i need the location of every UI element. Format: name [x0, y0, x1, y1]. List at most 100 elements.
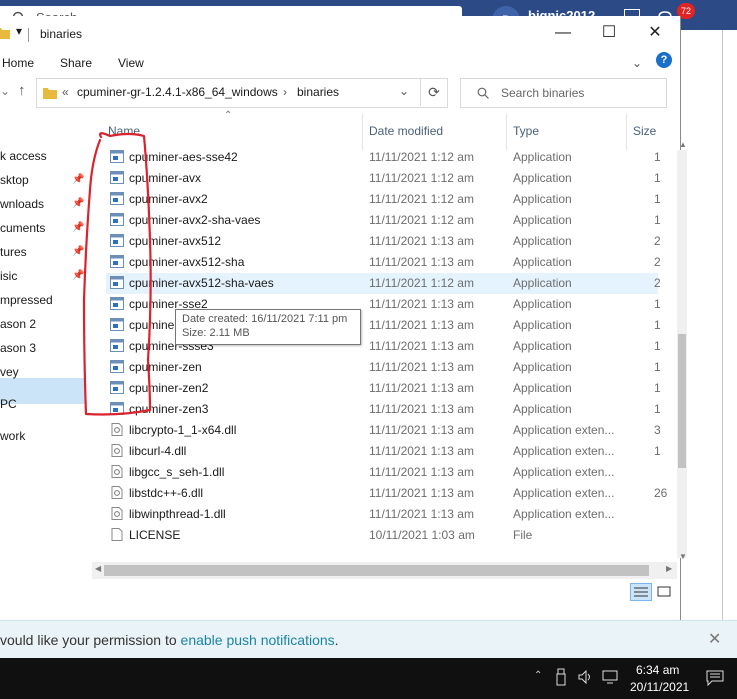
chevron-up-icon[interactable]: ⌃ — [534, 670, 542, 681]
file-row[interactable]: libstdc++-6.dll 11/11/2021 1:13 am Applica… — [106, 483, 667, 504]
nav-item[interactable]: work — [0, 424, 25, 448]
file-size: 1 — [654, 402, 661, 416]
notification-message: vould like your permission to enable pus… — [0, 632, 339, 648]
file-row[interactable]: cpuminer-avx 11/11/2021 1:12 am Applicatio… — [106, 168, 661, 189]
breadcrumb-segment[interactable]: cpuminer-gr-1.2.4.1-x86_64_windows — [77, 85, 278, 99]
quick-access-toolbar-dropdown[interactable]: ▾ — [16, 24, 22, 38]
vertical-scrollbar-thumb[interactable] — [678, 334, 686, 468]
nav-item[interactable]: vey — [0, 360, 19, 384]
tooltip-size: Size: 2.11 MB — [182, 327, 250, 339]
file-date-modified: 11/11/2021 1:13 am — [369, 507, 474, 521]
scroll-right-arrow-icon[interactable]: ▶ — [666, 564, 672, 573]
file-type: Application — [513, 234, 572, 248]
file-type: Application exten... — [513, 507, 615, 521]
nav-item[interactable]: tures 📌 — [0, 240, 84, 264]
file-row[interactable]: libwinpthread-1.dll 11/11/2021 1:13 am App… — [106, 504, 658, 525]
file-row[interactable]: LICENSE 10/11/2021 1:03 am File — [106, 525, 658, 546]
up-arrow-icon[interactable]: ↑ — [18, 82, 26, 99]
scroll-down-arrow-icon[interactable]: ▼ — [679, 552, 687, 561]
file-row[interactable]: cpuminer-avx2 11/11/2021 1:12 am Applicati… — [106, 189, 661, 210]
minimize-button[interactable]: — — [540, 16, 586, 50]
file-name: cpuminer-zen3 — [129, 402, 209, 416]
file-row[interactable]: libcurl-4.dll 11/11/2021 1:13 am Applicati… — [106, 441, 661, 462]
column-divider[interactable] — [362, 114, 363, 150]
recent-locations-chevron-icon[interactable]: ⌄ — [0, 84, 10, 98]
pin-icon: 📌 — [72, 270, 85, 281]
close-icon[interactable]: ✕ — [708, 629, 721, 649]
nav-item[interactable]: cuments 📌 — [0, 216, 84, 240]
large-icons-view-icon[interactable] — [655, 583, 673, 601]
horizontal-scrollbar-thumb[interactable] — [104, 565, 649, 576]
close-button[interactable]: ✕ — [632, 16, 678, 50]
file-row[interactable]: cpuminer-avx2-sha-vaes 11/11/2021 1:12 am… — [106, 210, 661, 231]
refresh-icon[interactable]: ⟳ — [420, 78, 447, 106]
notification-text: vould like your permission to — [0, 632, 181, 648]
file-row[interactable]: cpuminer-aes-sse42 11/11/2021 1:12 am Appl… — [106, 147, 661, 168]
file-size: 1 — [654, 444, 661, 458]
usb-drive-icon[interactable] — [556, 668, 566, 686]
search-placeholder: Search binaries — [501, 86, 585, 100]
details-view-icon[interactable] — [630, 583, 652, 601]
window-title: binaries — [40, 27, 83, 41]
nav-item-label: mpressed — [0, 293, 53, 307]
file-name: cpuminer-avx512-sha — [129, 255, 245, 269]
chevron-down-icon[interactable]: ⌄ — [632, 56, 642, 70]
scroll-up-arrow-icon[interactable]: ▲ — [679, 140, 687, 149]
file-name: LICENSE — [129, 528, 181, 542]
nav-item[interactable]: wnloads 📌 — [0, 192, 84, 216]
file-row[interactable]: cpuminer-avx512 11/11/2021 1:13 am Applica… — [106, 231, 661, 252]
enable-push-notifications-link[interactable]: enable push notifications — [181, 632, 335, 648]
tab-home[interactable]: Home — [2, 56, 34, 70]
address-dropdown-icon[interactable]: ⌄ — [399, 84, 409, 98]
tab-view[interactable]: View — [118, 56, 144, 70]
tooltip-date-created: Date created: 16/11/2021 7:11 pm — [182, 313, 348, 325]
file-row[interactable]: cpuminer-zen3 11/11/2021 1:13 am Applicati… — [106, 399, 661, 420]
file-size: 26 — [654, 486, 668, 500]
nav-item[interactable]: ason 3 — [0, 336, 36, 360]
address-overflow[interactable]: « — [62, 85, 69, 99]
file-row[interactable]: libgcc_s_seh-1.dll 11/11/2021 1:13 am Appl… — [106, 462, 658, 483]
column-header-type[interactable]: Type — [513, 118, 539, 144]
file-date-modified: 11/11/2021 1:13 am — [369, 255, 474, 269]
file-size: 1 — [654, 192, 661, 206]
pin-icon: 📌 — [72, 174, 85, 185]
file-row[interactable]: libcrypto-1_1-x64.dll 11/11/2021 1:13 am A… — [106, 420, 661, 441]
tab-share[interactable]: Share — [60, 56, 92, 70]
search-input[interactable]: Search binaries — [460, 78, 667, 108]
maximize-button[interactable]: ☐ — [586, 16, 632, 50]
file-date-modified: 11/11/2021 1:12 am — [369, 150, 474, 164]
column-divider[interactable] — [626, 114, 627, 150]
file-row[interactable]: cpuminer-avx512-sha 11/11/2021 1:13 am App… — [106, 252, 661, 273]
scroll-left-arrow-icon[interactable]: ◀ — [95, 564, 101, 573]
view-toggle — [630, 583, 676, 601]
file-row[interactable]: cpuminer-zen 11/11/2021 1:13 am Applicatio… — [106, 357, 661, 378]
nav-item[interactable]: k access — [0, 144, 47, 168]
network-icon[interactable] — [602, 670, 620, 684]
nav-item[interactable]: ason 2 — [0, 312, 36, 336]
file-name: cpuminer-zen — [129, 360, 202, 374]
file-date-modified: 11/11/2021 1:13 am — [369, 318, 474, 332]
application-icon — [110, 171, 124, 184]
divider — [28, 28, 29, 42]
nav-item[interactable]: PC — [0, 392, 17, 416]
nav-item[interactable]: isic 📌 — [0, 264, 84, 288]
volume-icon[interactable] — [578, 670, 594, 684]
action-center-icon[interactable] — [706, 670, 724, 686]
nav-item[interactable]: sktop 📌 — [0, 168, 84, 192]
file-size: 1 — [654, 339, 661, 353]
nav-item[interactable]: mpressed — [0, 288, 53, 312]
column-divider[interactable] — [506, 114, 507, 150]
file-date-modified: 10/11/2021 1:03 am — [369, 528, 475, 542]
taskbar-date[interactable]: 20/11/2021 — [630, 680, 689, 694]
address-bar[interactable]: « cpuminer-gr-1.2.4.1-x86_64_windows › b… — [36, 78, 448, 108]
column-header-date[interactable]: Date modified — [369, 118, 443, 144]
column-header-size[interactable]: Size — [633, 118, 656, 144]
help-icon[interactable]: ? — [656, 52, 672, 68]
file-date-modified: 11/11/2021 1:12 am — [369, 192, 474, 206]
file-row[interactable]: cpuminer-avx512-sha-vaes 11/11/2021 1:12 … — [106, 273, 661, 294]
file-row[interactable]: cpuminer-zen2 11/11/2021 1:13 am Applicati… — [106, 378, 661, 399]
nav-item-label: tures — [0, 245, 27, 259]
breadcrumb-segment[interactable]: binaries — [297, 85, 339, 99]
column-header-name[interactable]: Name — [108, 118, 140, 144]
taskbar-time[interactable]: 6:34 am — [636, 663, 679, 677]
